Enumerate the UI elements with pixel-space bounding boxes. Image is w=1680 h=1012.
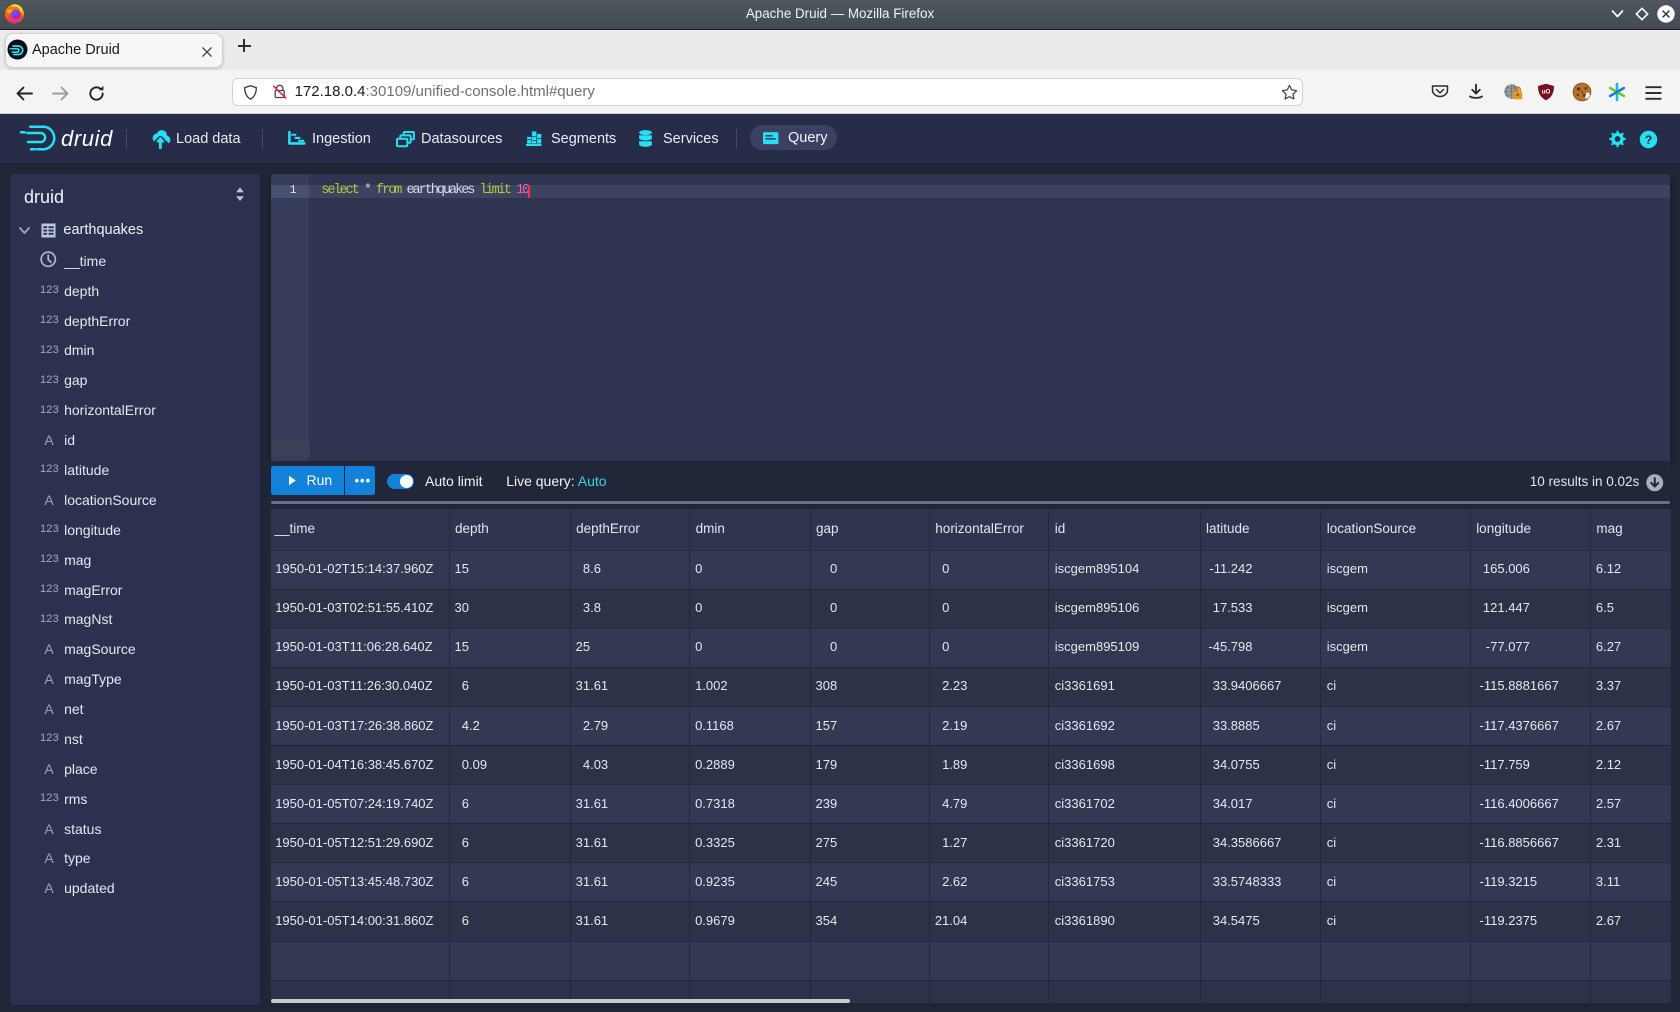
svg-text:?: ? <box>1645 133 1653 147</box>
svg-text:uO: uO <box>1542 89 1551 96</box>
